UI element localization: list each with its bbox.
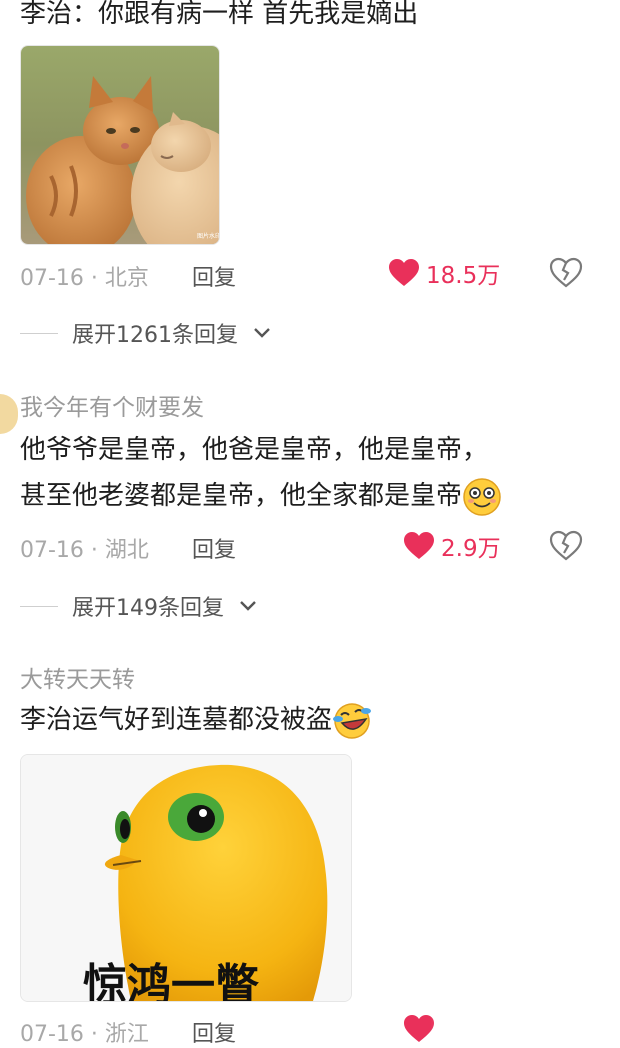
comment-1-like-count: 18.5万 [426, 263, 501, 289]
chevron-down-icon [240, 601, 256, 611]
comment-3-image[interactable]: 惊鸿一瞥 [20, 754, 352, 1002]
comment-2-reply-button[interactable]: 回复 [192, 532, 236, 564]
comment-1-image[interactable]: 图片水印 [20, 45, 220, 245]
comment-1-meta: 07-16 · 北京 [20, 266, 149, 291]
cats-photo: 图片水印 [21, 46, 219, 244]
comment-2-expand-replies[interactable]: 展开149条回复 [20, 590, 258, 622]
expand-replies-label: 展开1261条回复 [72, 323, 238, 348]
comment-2-text-line-2-body: 甚至他老婆都是皇帝，他全家都是皇帝 [20, 481, 463, 511]
divider-line [20, 605, 58, 607]
comment-1-reply-button[interactable]: 回复 [192, 260, 236, 292]
divider-line [20, 332, 58, 334]
comment-2-like-count: 2.9万 [441, 536, 501, 562]
heart-icon [389, 259, 419, 286]
comment-2-text-line-2: 甚至他老婆都是皇帝，他全家都是皇帝 [20, 476, 502, 517]
comment-2-like-button[interactable]: 2.9万 [403, 529, 501, 563]
comment-3-text: 李治运气好到连墓都没被盗 [20, 700, 372, 741]
meme-caption: 惊鸿一瞥 [83, 960, 259, 1002]
bottom-fade-overlay [430, 1008, 620, 1048]
comment-feed: 李治：你跟有病一样 首先我是嫡出 图片水印 07-16 · 北京 回复 18.5… [0, 0, 620, 1048]
comment-3-reply-button[interactable]: 回复 [192, 1016, 236, 1048]
expand-replies-label: 展开149条回复 [72, 596, 224, 621]
laughing-emoji-icon [333, 702, 372, 739]
broken-heart-icon[interactable] [549, 256, 583, 290]
comment-1-text: 李治：你跟有病一样 首先我是嫡出 [20, 0, 419, 29]
comment-1-like-button[interactable]: 18.5万 [388, 256, 500, 290]
comment-2-username[interactable]: 我今年有个财要发 [20, 388, 204, 422]
comment-2-text-line-1: 他爷爷是皇帝，他爸是皇帝，他是皇帝， [20, 435, 489, 465]
chevron-down-icon [254, 328, 270, 338]
comment-2-meta: 07-16 · 湖北 [20, 538, 149, 563]
avatar[interactable] [0, 394, 18, 434]
smiley-emoji-icon [463, 477, 501, 516]
comment-3-text-body: 李治运气好到连墓都没被盗 [20, 705, 333, 735]
comment-3-meta: 07-16 · 浙江 [20, 1022, 149, 1047]
svg-text:图片水印: 图片水印 [197, 232, 219, 240]
broken-heart-icon[interactable] [549, 529, 583, 563]
comment-1-expand-replies[interactable]: 展开1261条回复 [20, 317, 272, 349]
heart-icon [404, 532, 434, 559]
comment-3-username[interactable]: 大转天天转 [20, 660, 135, 694]
